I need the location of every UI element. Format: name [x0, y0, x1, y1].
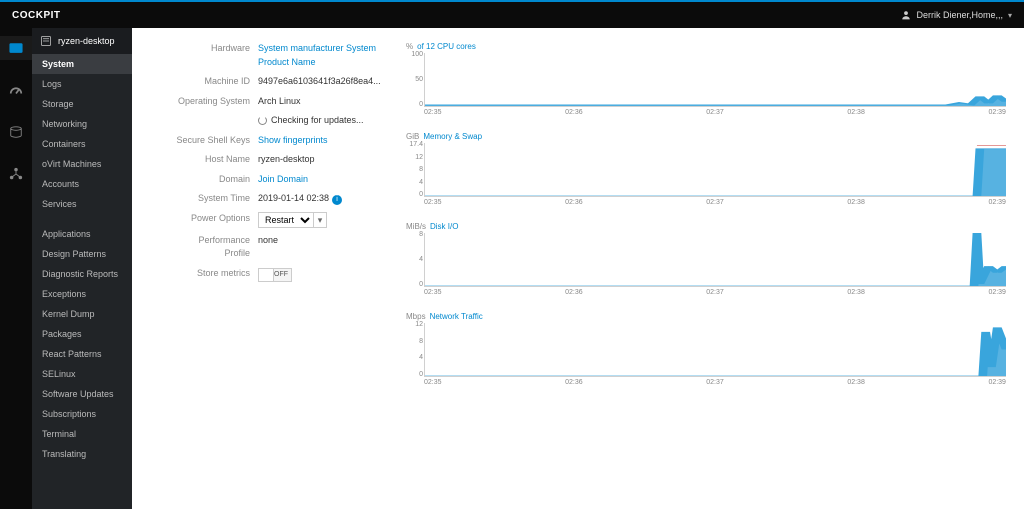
chart-disk-i-o: MiB/sDisk I/O84002:3502:3602:3702:3802:3… — [406, 222, 1006, 296]
lbl-hardware: Hardware — [172, 42, 258, 69]
lbl-perf: Performance Profile — [172, 234, 258, 261]
sidebar-item-system[interactable]: System — [32, 54, 132, 74]
rail-network[interactable] — [0, 162, 32, 186]
user-icon — [901, 10, 911, 20]
val-hostname: ryzen-desktop — [258, 153, 382, 167]
sidebar-item-storage[interactable]: Storage — [32, 94, 132, 114]
chart-title[interactable]: Memory & Swap — [423, 132, 482, 141]
sidebar-item-packages[interactable]: Packages — [32, 324, 132, 344]
lbl-machineid: Machine ID — [172, 75, 258, 89]
lbl-metrics: Store metrics — [172, 267, 258, 282]
sidebar-item-react-patterns[interactable]: React Patterns — [32, 344, 132, 364]
val-domain[interactable]: Join Domain — [258, 174, 308, 184]
sidebar-item-translating[interactable]: Translating — [32, 444, 132, 464]
sidebar-item-diagnostic-reports[interactable]: Diagnostic Reports — [32, 264, 132, 284]
sidebar-item-design-patterns[interactable]: Design Patterns — [32, 244, 132, 264]
chart-plot: 840 — [424, 233, 1006, 287]
sidebar-menu: SystemLogsStorageNetworkingContainersoVi… — [32, 54, 132, 464]
brand: COCKPIT — [12, 10, 61, 21]
lbl-os: Operating System — [172, 95, 258, 109]
sidebar-item-subscriptions[interactable]: Subscriptions — [32, 404, 132, 424]
sidebar-item-selinux[interactable]: SELinux — [32, 364, 132, 384]
info-icon[interactable]: i — [332, 195, 342, 205]
chart-unit: GiB — [406, 132, 419, 141]
val-ssh[interactable]: Show fingerprints — [258, 135, 328, 145]
left-rail — [0, 28, 32, 509]
val-machineid: 9497e6a6103641f3a26f8ea4... — [258, 75, 382, 89]
rail-gauge[interactable] — [0, 78, 32, 102]
sidebar-item-containers[interactable]: Containers — [32, 134, 132, 154]
sidebar-item-ovirt-machines[interactable]: oVirt Machines — [32, 154, 132, 174]
power-dropdown[interactable]: ▾ — [313, 212, 327, 228]
system-info: HardwareSystem manufacturer System Produ… — [172, 42, 382, 402]
sidebar-item-software-updates[interactable]: Software Updates — [32, 384, 132, 404]
sidebar-item-networking[interactable]: Networking — [32, 114, 132, 134]
chart-title[interactable]: Network Traffic — [430, 312, 483, 321]
val-updates: Checking for updates... — [258, 114, 382, 128]
server-icon — [40, 35, 52, 47]
sidebar-item-services[interactable]: Services — [32, 194, 132, 214]
main-content: HardwareSystem manufacturer System Produ… — [132, 28, 1024, 509]
sidebar-item-logs[interactable]: Logs — [32, 74, 132, 94]
user-menu[interactable]: Derrik Diener,Home,,, ▾ — [901, 10, 1012, 20]
chart-unit: % — [406, 42, 413, 51]
sidebar-item-kernel-dump[interactable]: Kernel Dump — [32, 304, 132, 324]
sidebar-item-accounts[interactable]: Accounts — [32, 174, 132, 194]
lbl-ssh: Secure Shell Keys — [172, 134, 258, 148]
user-name: Derrik Diener,Home,,, — [916, 10, 1003, 20]
topbar: COCKPIT Derrik Diener,Home,,, ▾ — [0, 0, 1024, 28]
rail-storage[interactable] — [0, 120, 32, 144]
lbl-domain: Domain — [172, 173, 258, 187]
chart-plot: 12840 — [424, 323, 1006, 377]
chart-plot: 100500 — [424, 53, 1006, 107]
chart-unit: MiB/s — [406, 222, 426, 231]
sidebar-hostname: ryzen-desktop — [58, 36, 115, 46]
sidebar: ryzen-desktop SystemLogsStorageNetworkin… — [32, 28, 132, 509]
val-systime: 2019-01-14 02:38i — [258, 192, 382, 206]
chart-network-traffic: MbpsNetwork Traffic1284002:3502:3602:370… — [406, 312, 1006, 386]
rail-dashboard[interactable] — [0, 36, 32, 60]
val-os: Arch Linux — [258, 95, 382, 109]
chart-of-12-cpu-cores: %of 12 CPU cores10050002:3502:3602:3702:… — [406, 42, 1006, 116]
charts-column: %of 12 CPU cores10050002:3502:3602:3702:… — [406, 42, 1006, 402]
chart-plot: 17.412840 — [424, 143, 1006, 197]
chart-unit: Mbps — [406, 312, 426, 321]
chart-memory-swap: GiBMemory & Swap17.41284002:3502:3602:37… — [406, 132, 1006, 206]
lbl-hostname: Host Name — [172, 153, 258, 167]
chart-title[interactable]: Disk I/O — [430, 222, 458, 231]
power-select[interactable]: Restart — [258, 212, 314, 228]
lbl-power: Power Options — [172, 212, 258, 228]
sidebar-item-terminal[interactable]: Terminal — [32, 424, 132, 444]
lbl-systime: System Time — [172, 192, 258, 206]
sidebar-item-applications[interactable]: Applications — [32, 224, 132, 244]
metrics-toggle[interactable]: OFF — [258, 268, 292, 282]
chevron-down-icon: ▾ — [1008, 11, 1012, 20]
chart-title[interactable]: of 12 CPU cores — [417, 42, 476, 51]
spinner-icon — [258, 116, 267, 125]
val-perf: none — [258, 234, 382, 261]
sidebar-item-exceptions[interactable]: Exceptions — [32, 284, 132, 304]
sidebar-host[interactable]: ryzen-desktop — [32, 28, 132, 54]
val-hardware[interactable]: System manufacturer System Product Name — [258, 43, 376, 67]
